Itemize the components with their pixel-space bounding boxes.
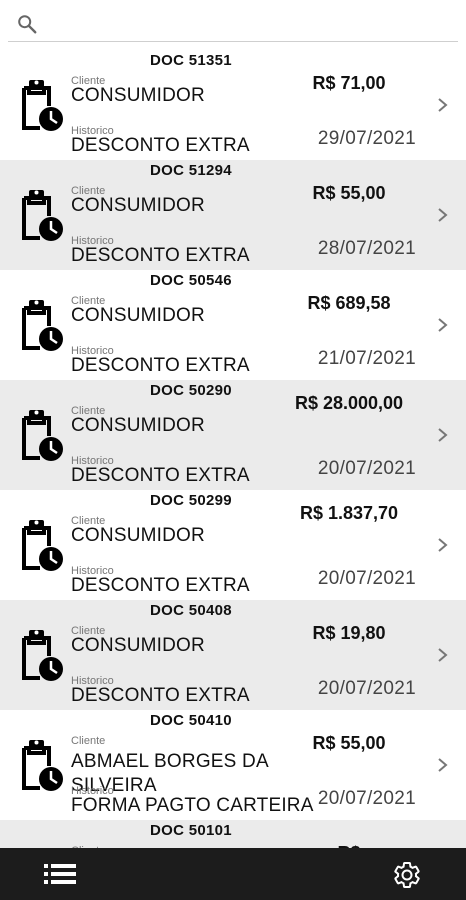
chevron-right-icon[interactable] — [436, 95, 450, 115]
document-date: 20/07/2021 — [317, 458, 416, 479]
clipboard-clock-icon — [22, 630, 63, 681]
chevron-right-icon[interactable] — [436, 315, 450, 335]
clipboard-clock-icon — [22, 80, 63, 131]
cliente-name: CONSUMIDOR — [71, 85, 205, 106]
clipboard-clock-icon — [22, 190, 63, 241]
gear-icon[interactable] — [392, 860, 422, 890]
doc-number: DOC 50101 — [150, 822, 232, 839]
list-item[interactable]: DOC 50290 Cliente CONSUMIDOR Historico D… — [0, 380, 466, 490]
cliente-name: CONSUMIDOR — [71, 305, 205, 326]
search-bar[interactable] — [0, 0, 466, 44]
clipboard-clock-icon — [22, 300, 63, 351]
amount-value: R$ 55,00 — [312, 733, 386, 753]
cliente-name: CONSUMIDOR — [71, 195, 205, 216]
document-date: 28/07/2021 — [317, 238, 416, 259]
amount-value: R$ 55,00 — [312, 183, 386, 203]
historico-text: DESCONTO EXTRA — [71, 245, 250, 266]
document-list: DOC 51351 Cliente CONSUMIDOR Historico D… — [0, 50, 466, 848]
document-date: 20/07/2021 — [317, 678, 416, 699]
list-item[interactable]: DOC 50101 Cliente Historico R$ — [0, 820, 466, 848]
historico-text: FORMA PAGTO CARTEIRA — [71, 795, 314, 816]
bottom-navigation-bar — [0, 848, 466, 900]
amount-value: R$ 689,58 — [307, 293, 391, 313]
historico-text: DESCONTO EXTRA — [71, 465, 250, 486]
list-item[interactable]: DOC 50408 Cliente CONSUMIDOR Historico D… — [0, 600, 466, 710]
document-date: 20/07/2021 — [317, 788, 416, 809]
list-item[interactable]: DOC 51294 Cliente CONSUMIDOR Historico D… — [0, 160, 466, 270]
cliente-name: CONSUMIDOR — [71, 525, 205, 546]
doc-number: DOC 50299 — [150, 492, 232, 509]
chevron-right-icon[interactable] — [436, 535, 450, 555]
doc-number: DOC 50546 — [150, 272, 232, 289]
chevron-right-icon[interactable] — [436, 205, 450, 225]
amount-value: R$ 1.837,70 — [299, 503, 399, 523]
doc-number: DOC 50410 — [150, 712, 232, 729]
document-date: 29/07/2021 — [317, 128, 416, 149]
search-icon[interactable] — [16, 13, 38, 35]
chevron-right-icon[interactable] — [436, 425, 450, 445]
clipboard-clock-icon — [22, 740, 63, 791]
amount-value: R$ 28.000,00 — [294, 393, 404, 413]
doc-number: DOC 51294 — [150, 162, 232, 179]
historico-text: DESCONTO EXTRA — [71, 135, 250, 156]
chevron-right-icon[interactable] — [436, 645, 450, 665]
list-menu-icon[interactable] — [44, 863, 76, 885]
list-item[interactable]: DOC 50546 Cliente CONSUMIDOR Historico D… — [0, 270, 466, 380]
cliente-name: CONSUMIDOR — [71, 415, 205, 436]
document-date: 21/07/2021 — [317, 348, 416, 369]
doc-number: DOC 50290 — [150, 382, 232, 399]
chevron-right-icon[interactable] — [436, 755, 450, 775]
list-item[interactable]: DOC 50299 Cliente CONSUMIDOR Historico D… — [0, 490, 466, 600]
list-item[interactable]: DOC 51351 Cliente CONSUMIDOR Historico D… — [0, 50, 466, 160]
amount-value: R$ 71,00 — [312, 73, 386, 93]
search-input-underline — [8, 41, 458, 42]
clipboard-clock-icon — [22, 520, 63, 571]
cliente-label: Cliente — [71, 735, 106, 747]
historico-text: DESCONTO EXTRA — [71, 575, 250, 596]
clipboard-clock-icon — [22, 410, 63, 461]
document-date: 20/07/2021 — [317, 568, 416, 589]
doc-number: DOC 51351 — [150, 52, 232, 69]
cliente-name: CONSUMIDOR — [71, 635, 205, 656]
historico-text: DESCONTO EXTRA — [71, 685, 250, 706]
list-item[interactable]: DOC 50410 Cliente ABMAEL BORGES DA SILVE… — [0, 710, 466, 820]
amount-value: R$ 19,80 — [312, 623, 386, 643]
historico-text: DESCONTO EXTRA — [71, 355, 250, 376]
doc-number: DOC 50408 — [150, 602, 232, 619]
